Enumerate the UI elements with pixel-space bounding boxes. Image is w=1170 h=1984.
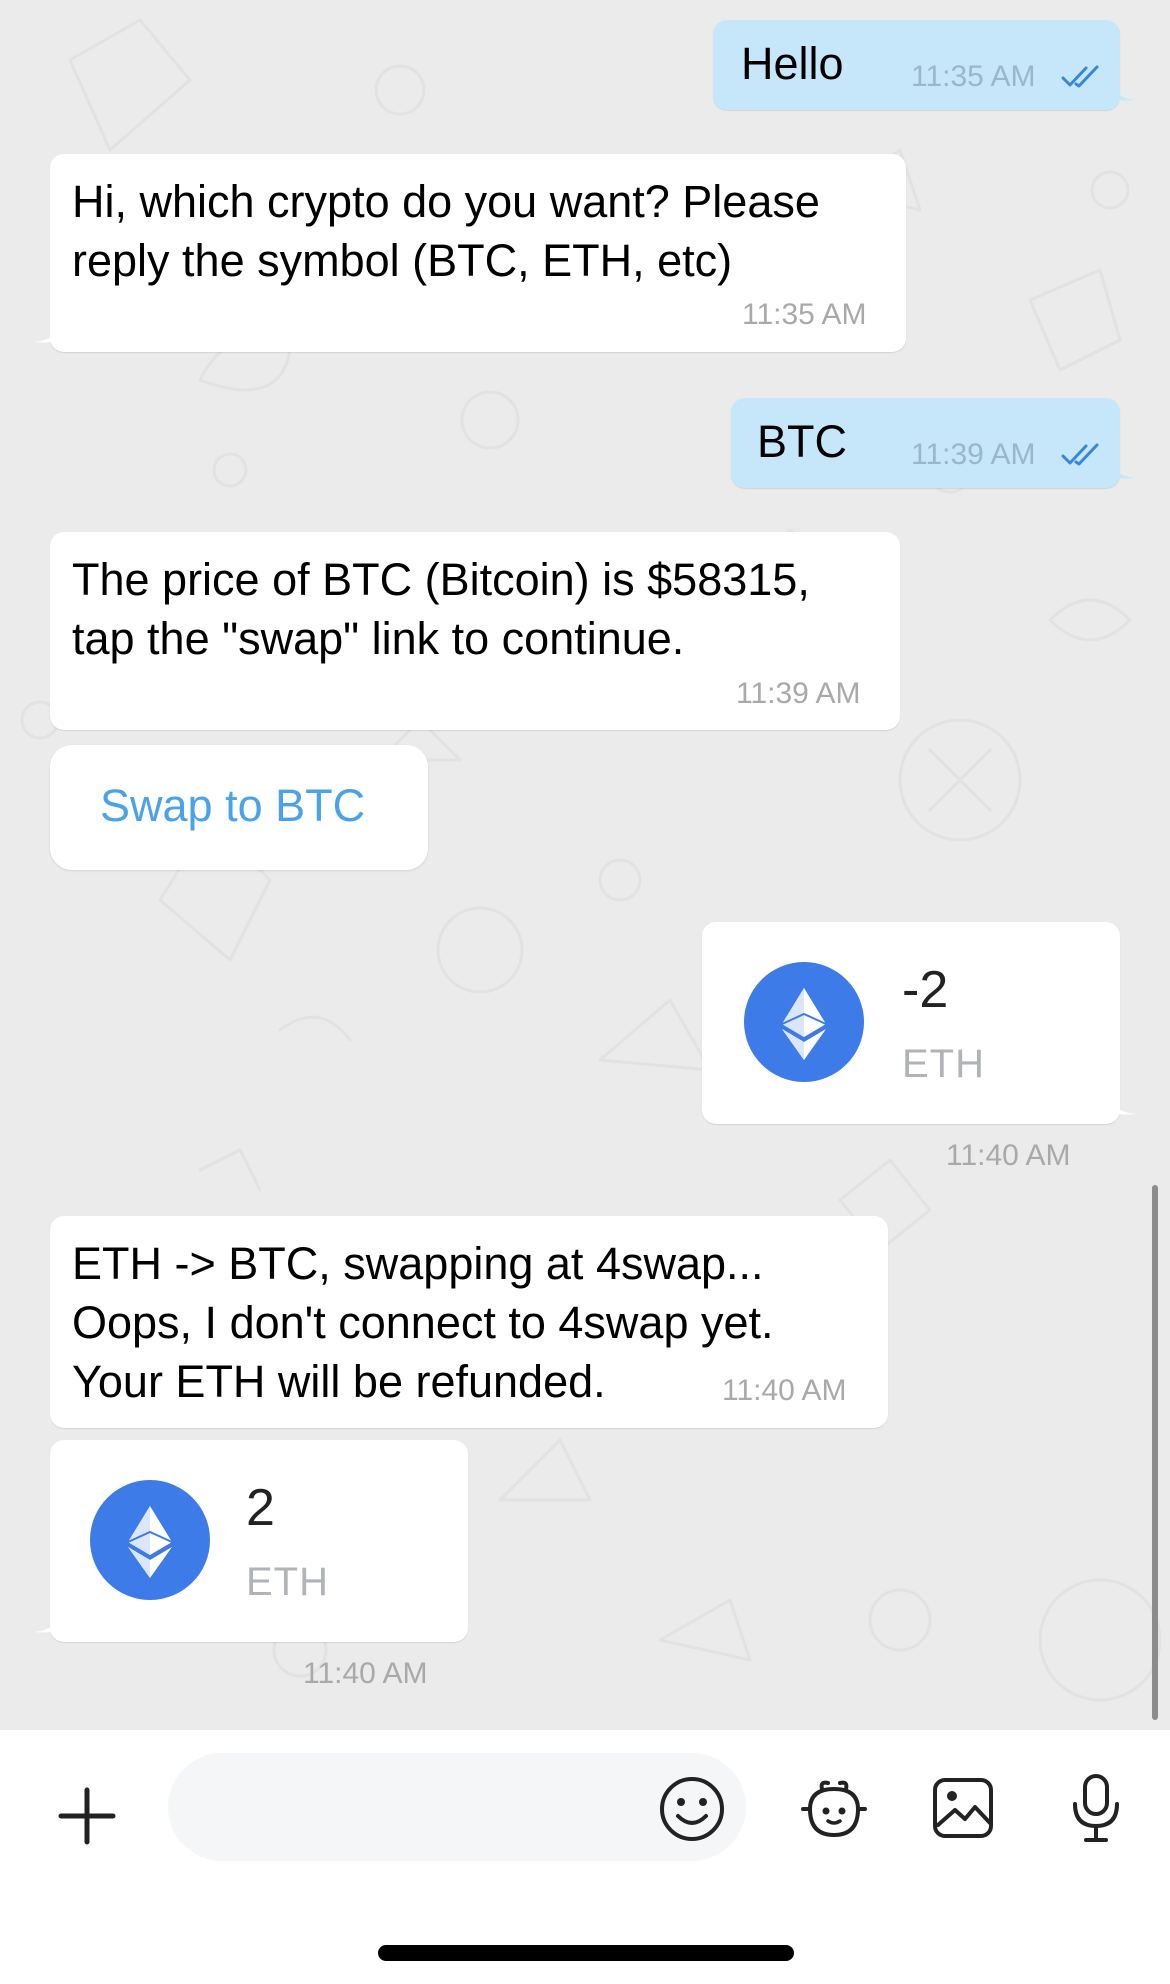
ethereum-icon <box>744 962 864 1082</box>
transfer-amount: -2 <box>902 961 949 1019</box>
microphone-icon[interactable] <box>1068 1772 1124 1844</box>
message-bubble-sent[interactable]: BTC 11:39 AM <box>731 398 1136 488</box>
message-text-line: Your ETH will be refunded. <box>72 1356 606 1407</box>
message-time: 11:39 AM <box>736 677 861 710</box>
message-time: 11:40 AM <box>946 1139 1071 1172</box>
message-bubble-sent[interactable]: Hello 11:35 AM <box>713 20 1136 110</box>
chat-area[interactable]: Hello 11:35 AM Hi, which crypto do you w… <box>0 0 1170 1730</box>
bubble-tail <box>1106 1092 1136 1115</box>
transfer-card-received[interactable]: 2 ETH <box>34 1440 468 1642</box>
plus-icon[interactable] <box>55 1784 119 1848</box>
message-text-line: reply the symbol (BTC, ETH, etc) <box>72 235 733 286</box>
message-text-line: tap the "swap" link to continue. <box>72 613 685 664</box>
message-text-line: ETH -> BTC, swapping at 4swap... <box>72 1238 764 1289</box>
message-time: 11:40 AM <box>303 1657 428 1690</box>
message-time: 11:35 AM <box>911 60 1036 93</box>
message-text-line: Oops, I don't connect to 4swap yet. <box>72 1297 774 1348</box>
swap-button-label: Swap to BTC <box>100 780 366 831</box>
ethereum-icon <box>90 1480 210 1600</box>
bubble-tail <box>34 320 64 343</box>
message-time: 11:40 AM <box>722 1374 847 1407</box>
message-time: 11:39 AM <box>911 438 1036 471</box>
scrollbar[interactable] <box>1152 1185 1158 1720</box>
read-ticks-icon <box>1061 443 1099 466</box>
home-indicator[interactable] <box>378 1945 794 1961</box>
message-text: BTC <box>757 416 847 467</box>
message-text: Hello <box>741 38 844 89</box>
message-text-line: The price of BTC (Bitcoin) is $58315, <box>72 554 810 605</box>
message-bubble-received[interactable]: Hi, which crypto do you want? Please rep… <box>34 154 906 352</box>
message-text-line: Hi, which crypto do you want? Please <box>72 176 820 227</box>
read-ticks-icon <box>1061 65 1099 88</box>
bubble-tail <box>1106 78 1136 101</box>
swap-to-btc-button[interactable]: Swap to BTC <box>50 745 428 870</box>
transfer-symbol: ETH <box>246 1560 329 1604</box>
bot-icon[interactable] <box>798 1775 870 1843</box>
transfer-card-sent[interactable]: -2 ETH <box>702 922 1136 1124</box>
message-bubble-received[interactable]: The price of BTC (Bitcoin) is $58315, ta… <box>50 532 900 730</box>
image-icon[interactable] <box>930 1775 996 1841</box>
emoji-icon[interactable] <box>658 1775 726 1843</box>
bubble-tail <box>34 1610 64 1633</box>
bubble-tail <box>1106 456 1136 479</box>
transfer-amount: 2 <box>246 1479 275 1537</box>
transfer-symbol: ETH <box>902 1042 985 1086</box>
message-bubble-received[interactable]: ETH -> BTC, swapping at 4swap... Oops, I… <box>50 1216 888 1428</box>
message-time: 11:35 AM <box>742 298 867 331</box>
